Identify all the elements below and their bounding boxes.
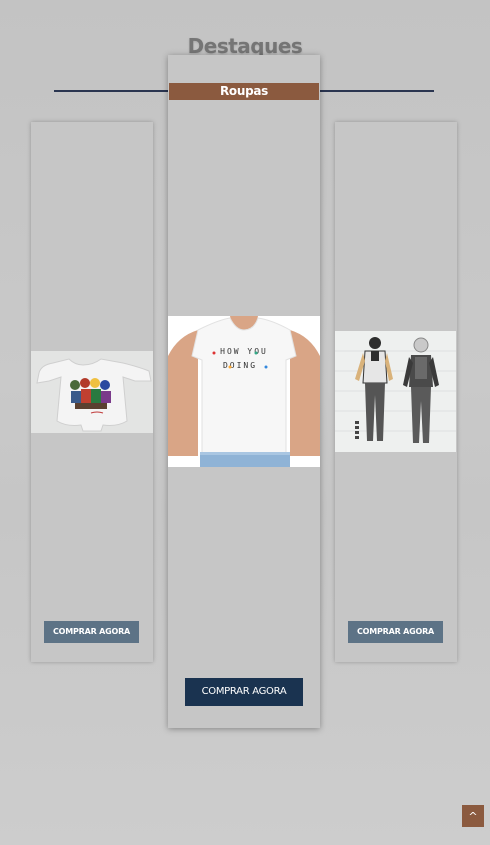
- product-image-costume[interactable]: [335, 331, 456, 452]
- tshirt-print-line2: DOING: [223, 361, 257, 370]
- category-tag[interactable]: Roupas: [169, 83, 319, 100]
- title-divider-left: [54, 90, 170, 92]
- tshirt-print-line1: HOW YOU: [220, 347, 268, 356]
- buy-now-button-right[interactable]: COMPRAR AGORA: [348, 621, 443, 643]
- product-image-baby-bodysuit[interactable]: [31, 351, 153, 433]
- buy-now-button-center[interactable]: COMPRAR AGORA: [185, 678, 303, 706]
- title-divider-right: [319, 90, 434, 92]
- buy-now-button-left[interactable]: COMPRAR AGORA: [44, 621, 139, 643]
- scroll-to-top-button[interactable]: ^: [462, 805, 484, 827]
- product-image-tshirt[interactable]: HOW YOU DOING: [168, 316, 320, 467]
